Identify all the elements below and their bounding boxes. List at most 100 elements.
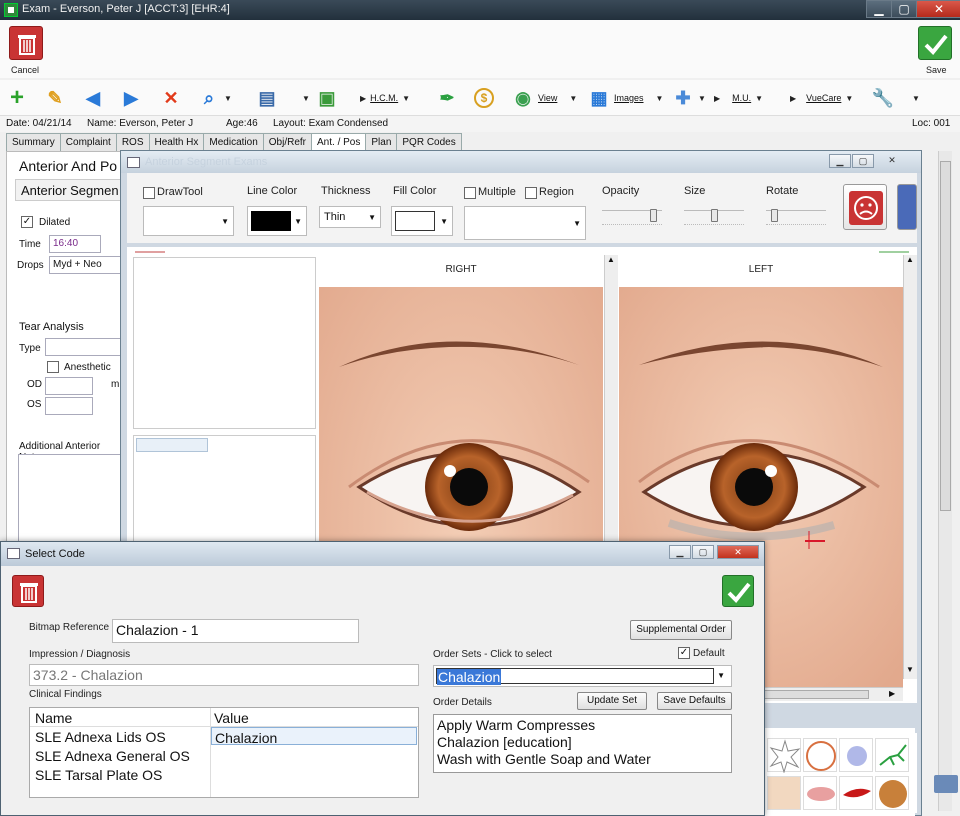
hcm-button[interactable]: H.C.M. <box>370 93 398 103</box>
drawing-minimize-button[interactable]: ▁ <box>829 154 851 168</box>
tab-health-hx[interactable]: Health Hx <box>148 133 205 151</box>
selected-shape-row[interactable] <box>136 438 208 452</box>
hcm-dropdown-arrow[interactable]: ▼ <box>402 94 410 103</box>
rotate-slider[interactable] <box>766 209 826 225</box>
pen-icon[interactable]: ✒ <box>436 87 458 109</box>
mu-dropdown-arrow[interactable]: ▼ <box>755 94 763 103</box>
view-button[interactable]: View <box>538 93 557 103</box>
lesion-shape[interactable] <box>767 776 801 810</box>
opacity-slider[interactable] <box>602 209 662 225</box>
wrench-icon[interactable]: 🔧 <box>872 87 894 109</box>
vessel-shape[interactable] <box>875 738 909 772</box>
print-icon[interactable]: ▤ <box>256 87 278 109</box>
dilated-checkbox[interactable]: ✓ <box>21 216 33 228</box>
drops-input[interactable]: Myd + Neo <box>49 256 121 274</box>
list-item[interactable]: Chalazion [education] <box>437 734 728 751</box>
lid-shape[interactable] <box>803 776 837 810</box>
minimize-button[interactable]: ▁ <box>866 0 892 18</box>
billing-icon[interactable]: $ <box>474 88 494 108</box>
vuecare-dropdown-arrow[interactable]: ▼ <box>845 94 853 103</box>
tab-pqr-codes[interactable]: PQR Codes <box>396 133 462 151</box>
tab-obj-refr[interactable]: Obj/Refr <box>262 133 312 151</box>
pencil-icon[interactable]: ✎ <box>44 87 66 109</box>
default-checkbox[interactable]: ✓ <box>678 647 690 659</box>
dialog-minimize-button[interactable]: ▁ <box>669 545 691 559</box>
impression-input[interactable]: 373.2 - Chalazion <box>29 664 419 686</box>
search-dropdown-arrow[interactable]: ▼ <box>224 94 232 103</box>
images-button[interactable]: Images <box>614 93 644 103</box>
forward-arrow-icon[interactable]: ▶ <box>120 87 142 109</box>
view-dropdown-arrow[interactable]: ▼ <box>569 94 577 103</box>
next-tool-button[interactable] <box>897 184 917 230</box>
region-checkbox[interactable] <box>525 187 537 199</box>
type-input[interactable] <box>45 338 121 356</box>
table-row[interactable]: SLE Adnexa General OS <box>30 746 418 765</box>
drawing-close-button[interactable]: ✕ <box>881 154 903 168</box>
vuecare-button[interactable]: VueCare <box>806 93 841 103</box>
dialog-delete-button[interactable] <box>12 575 44 607</box>
bandage-dropdown-arrow[interactable]: ▼ <box>698 94 706 103</box>
bitmap-reference-input[interactable]: Chalazion - 1 <box>112 619 359 643</box>
bandage-icon[interactable]: ✚ <box>672 87 694 109</box>
new-window-icon[interactable]: ▣ <box>316 87 338 109</box>
time-input[interactable]: 16:40 <box>49 235 101 253</box>
search-icon[interactable]: ⌕ <box>198 87 220 109</box>
images-dropdown-arrow[interactable]: ▼ <box>656 94 664 103</box>
add-icon[interactable]: + <box>6 84 28 111</box>
tab-medication[interactable]: Medication <box>203 133 264 151</box>
order-set-select[interactable]: Chalazion ▼ <box>433 665 732 687</box>
main-scrollbar[interactable] <box>938 151 952 811</box>
size-slider[interactable] <box>684 209 744 225</box>
nevus-shape[interactable] <box>875 776 909 810</box>
tab-complaint[interactable]: Complaint <box>59 133 117 151</box>
drawtool-select[interactable]: ▼ <box>143 206 234 236</box>
line-color-select[interactable]: ▼ <box>247 206 307 236</box>
save-defaults-button[interactable]: Save Defaults <box>657 692 732 710</box>
finding-value[interactable]: Chalazion <box>211 727 417 746</box>
wrench-dropdown-arrow[interactable]: ▼ <box>912 94 920 103</box>
undo-button[interactable] <box>843 184 887 230</box>
save-button[interactable] <box>918 26 952 60</box>
table-row[interactable]: SLE Adnexa Lids OS Chalazion <box>30 727 418 746</box>
print-dropdown-arrow[interactable]: ▼ <box>302 94 310 103</box>
left-eye-scrollbar[interactable]: ▲ ▼ <box>903 255 917 679</box>
hemorrhage-shape[interactable] <box>839 776 873 810</box>
tab-summary[interactable]: Summary <box>6 133 61 151</box>
back-arrow-icon[interactable]: ◀ <box>82 87 104 109</box>
name-column-header[interactable]: Name <box>35 710 72 726</box>
thickness-select[interactable]: Thin ▼ <box>319 206 381 228</box>
main-scroll-thumb[interactable] <box>940 161 951 511</box>
anesthetic-checkbox[interactable] <box>47 361 59 373</box>
tab-plan[interactable]: Plan <box>365 133 398 151</box>
list-item[interactable]: Wash with Gentle Soap and Water <box>437 751 728 768</box>
ring-shape[interactable] <box>803 738 837 772</box>
supplemental-order-button[interactable]: Supplemental Order <box>630 620 732 640</box>
notes-textarea[interactable] <box>18 454 122 544</box>
drawtool-checkbox[interactable] <box>143 187 155 199</box>
print-mini-icon[interactable] <box>934 775 958 793</box>
region-select[interactable]: ▼ <box>464 206 586 240</box>
delete-x-icon[interactable]: ✕ <box>160 87 182 109</box>
drawing-maximize-button[interactable]: ▢ <box>852 154 874 168</box>
starburst-shape[interactable] <box>767 738 801 774</box>
fill-color-select[interactable]: ▼ <box>391 206 453 236</box>
table-row[interactable]: SLE Tarsal Plate OS <box>30 765 418 784</box>
tab-ros[interactable]: ROS <box>115 133 150 151</box>
update-set-button[interactable]: Update Set <box>577 692 647 710</box>
bubble-shape[interactable] <box>839 738 873 772</box>
order-details-list[interactable]: Apply Warm Compresses Chalazion [educati… <box>433 714 732 773</box>
order-set-dropdown-arrow[interactable]: ▼ <box>717 671 725 680</box>
dialog-ok-button[interactable] <box>722 575 754 607</box>
cancel-button[interactable] <box>9 26 43 60</box>
list-item[interactable]: Apply Warm Compresses <box>437 717 728 734</box>
shape-list-pane[interactable] <box>133 257 316 429</box>
od-input[interactable] <box>45 377 93 395</box>
maximize-button[interactable]: ▢ <box>891 0 917 18</box>
value-column-header[interactable]: Value <box>214 710 249 726</box>
multiple-checkbox[interactable] <box>464 187 476 199</box>
dialog-maximize-button[interactable]: ▢ <box>692 545 714 559</box>
dialog-close-button[interactable]: ✕ <box>717 545 759 559</box>
os-input[interactable] <box>45 397 93 415</box>
mu-button[interactable]: M.U. <box>732 93 751 103</box>
close-button[interactable]: ✕ <box>916 0 960 18</box>
